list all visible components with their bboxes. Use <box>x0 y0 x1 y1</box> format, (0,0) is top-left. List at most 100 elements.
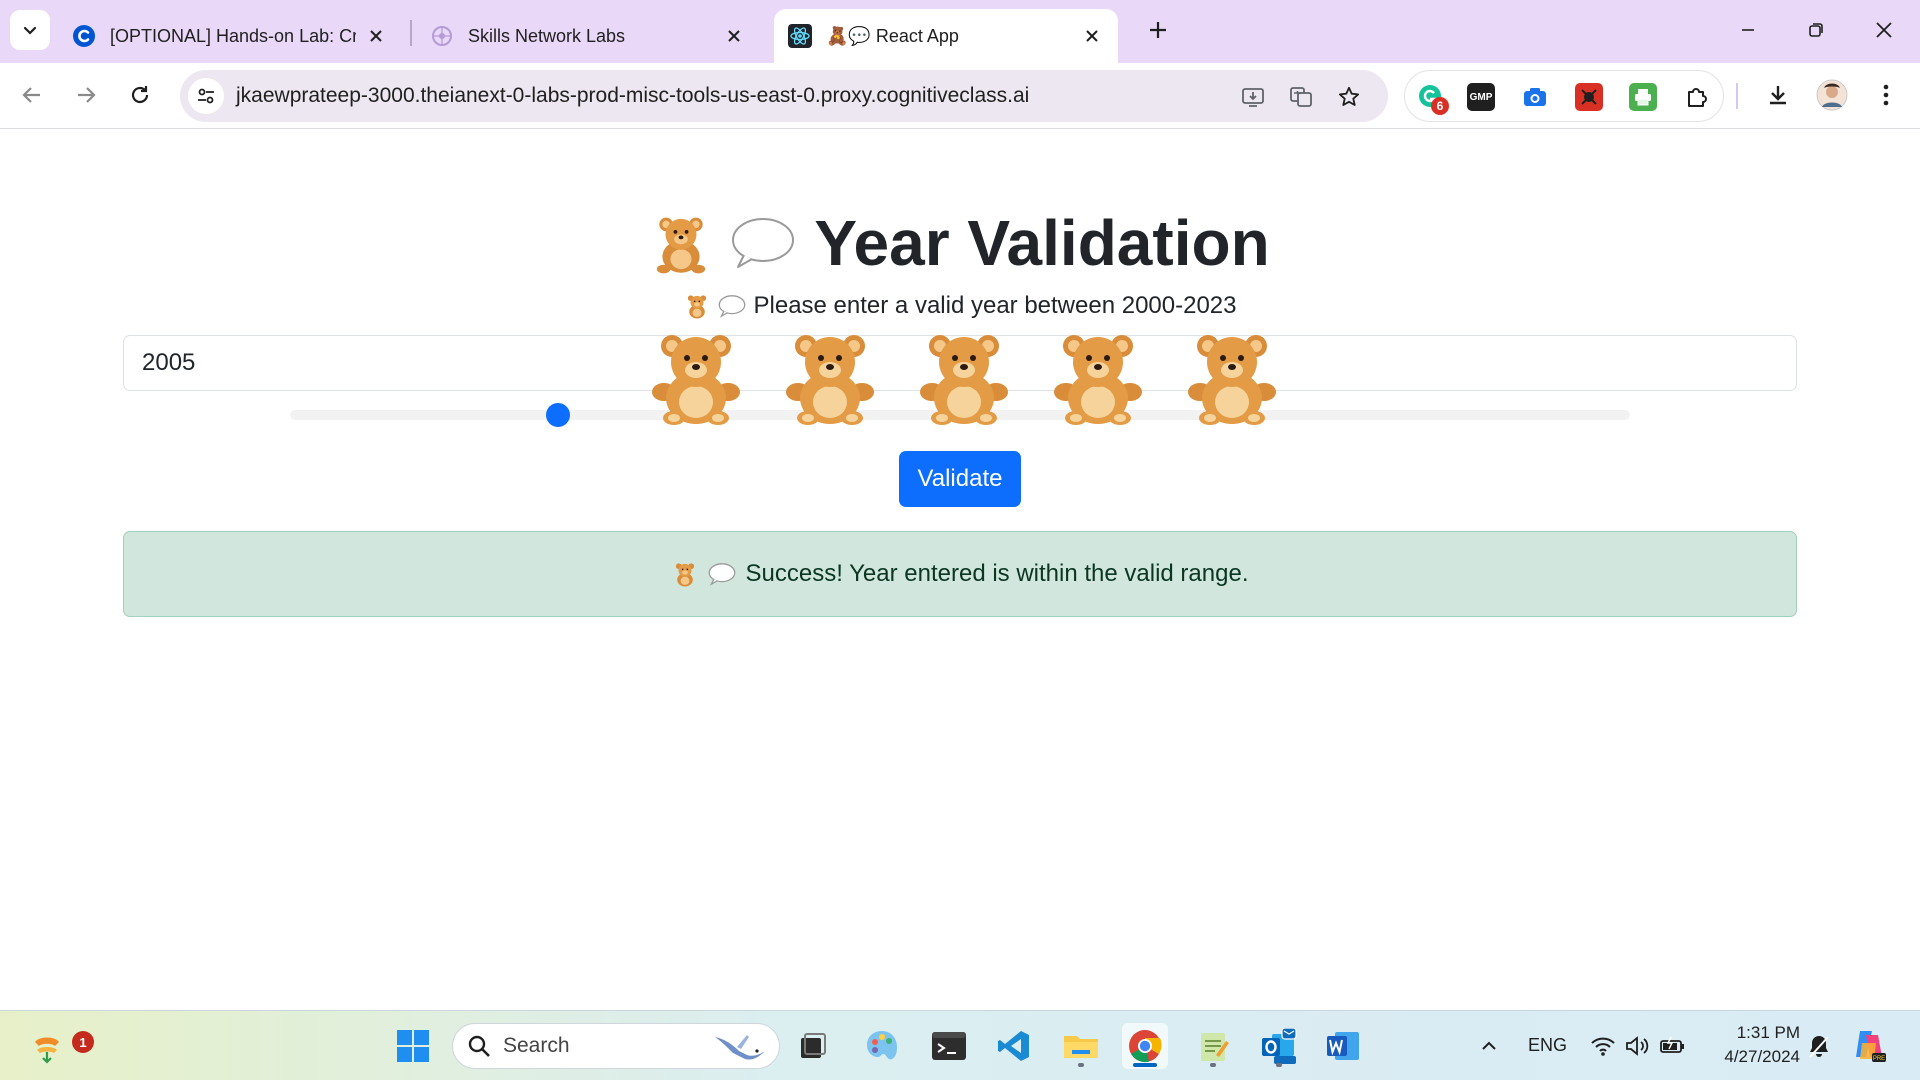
teddy-bear-icon <box>657 217 706 274</box>
tab-divider <box>410 20 412 46</box>
subtitle-label: Please enter a valid year between 2000-2… <box>753 292 1237 319</box>
close-window-button[interactable] <box>1862 12 1906 48</box>
close-icon <box>1876 22 1892 38</box>
terminal-button[interactable] <box>926 1023 972 1069</box>
teddy-bear-icon <box>687 295 706 319</box>
running-indicator <box>1210 1063 1216 1067</box>
paint-app-button[interactable] <box>859 1023 905 1069</box>
plus-icon <box>1150 22 1166 38</box>
react-icon <box>788 24 812 48</box>
bell-icon <box>1809 1036 1829 1058</box>
close-tab-icon[interactable] <box>722 24 746 48</box>
weather-widget-icon <box>35 1037 59 1064</box>
teddy-bear-icon <box>786 335 874 425</box>
gmp-icon[interactable]: GMP <box>1467 83 1495 111</box>
windows-logo-icon <box>397 1030 429 1062</box>
outlook-new-button[interactable] <box>1256 1023 1302 1069</box>
task-view-button[interactable] <box>790 1023 836 1069</box>
running-indicator <box>1276 1063 1282 1067</box>
validate-button[interactable]: Validate <box>899 451 1021 507</box>
page-title: Year Validation <box>814 207 1270 279</box>
tab-skills-network-labs[interactable]: Skills Network Labs <box>416 9 760 63</box>
forward-button[interactable] <box>66 75 106 115</box>
widgets-button[interactable]: 1 <box>24 1023 94 1069</box>
extensions-group: 6 GMP <box>1404 70 1724 122</box>
downloads-button[interactable] <box>1758 75 1798 115</box>
vscode-button[interactable] <box>991 1023 1037 1069</box>
language-indicator[interactable]: ENG <box>1528 1035 1567 1056</box>
teddy-bear-icon <box>675 563 694 587</box>
system-clock[interactable]: 1:31 PM 4/27/2024 <box>1700 1021 1800 1069</box>
tab-react-app[interactable]: 🧸💬 React App <box>774 9 1118 63</box>
browser-tab-strip: [OPTIONAL] Hands-on Lab: Cre Skills Netw… <box>0 0 1920 63</box>
running-indicator <box>1078 1063 1084 1067</box>
address-bar[interactable]: jkaewprateep-3000.theianext-0-labs-prod-… <box>180 70 1388 122</box>
paint-palette-icon <box>867 1031 897 1060</box>
instruction-text: Please enter a valid year between 2000-2… <box>0 292 1920 320</box>
search-placeholder: Search <box>503 1034 570 1057</box>
hummingbird-search-highlight-icon <box>715 1035 765 1060</box>
show-hidden-icons-button[interactable] <box>1466 1023 1512 1069</box>
notepad-icon <box>1201 1033 1229 1061</box>
clock-time: 1:31 PM <box>1736 1023 1800 1042</box>
teddy-bear-icon <box>1188 335 1276 425</box>
word-icon <box>1327 1032 1359 1060</box>
profile-avatar[interactable] <box>1812 75 1852 115</box>
new-tab-button[interactable] <box>1138 12 1178 48</box>
teddy-bear-icon <box>1054 335 1142 425</box>
notifications-button[interactable] <box>1796 1023 1842 1069</box>
running-indicator <box>1133 1063 1157 1067</box>
chrome-icon <box>1129 1030 1162 1063</box>
tab-hands-on-lab[interactable]: [OPTIONAL] Hands-on Lab: Cre <box>58 9 402 63</box>
translate-icon[interactable] <box>1286 82 1316 112</box>
avatar-icon <box>1816 79 1848 111</box>
copilot-button[interactable]: PRE <box>1846 1023 1892 1069</box>
back-button[interactable] <box>12 75 52 115</box>
tab-title: Skills Network Labs <box>468 25 626 46</box>
browser-toolbar: jkaewprateep-3000.theianext-0-labs-prod-… <box>0 63 1920 129</box>
red-extension-icon[interactable] <box>1575 83 1603 111</box>
camera-icon[interactable] <box>1521 83 1549 111</box>
year-slider-thumb[interactable] <box>546 403 570 427</box>
close-tab-icon[interactable] <box>1080 24 1104 48</box>
start-button[interactable] <box>390 1023 436 1069</box>
site-info-button[interactable] <box>188 78 224 114</box>
close-tab-icon[interactable] <box>364 24 388 48</box>
printer-icon[interactable] <box>1629 83 1657 111</box>
chrome-button[interactable] <box>1122 1023 1168 1069</box>
grammarly-icon[interactable]: 6 <box>1417 83 1449 115</box>
battery-button[interactable] <box>1650 1023 1696 1069</box>
windows-taskbar: 1 Search ENG 1:31 PM 4/27/2024 PRE <box>0 1010 1920 1080</box>
more-vertical-icon <box>1883 84 1889 106</box>
install-app-icon[interactable] <box>1238 82 1268 112</box>
tab-search-button[interactable] <box>10 10 50 50</box>
taskbar-search[interactable]: Search <box>452 1023 780 1069</box>
copilot-icon: PRE <box>1856 1031 1886 1062</box>
chevron-down-icon <box>23 26 37 35</box>
bookmark-star-icon[interactable] <box>1334 82 1364 112</box>
minimize-button[interactable] <box>1726 12 1770 48</box>
arrow-right-icon <box>78 87 96 103</box>
page-heading: Year Validation <box>0 206 1920 280</box>
restore-button[interactable] <box>1794 12 1838 48</box>
file-explorer-button[interactable] <box>1058 1023 1104 1069</box>
browser-menu-button[interactable] <box>1866 75 1906 115</box>
teddy-bear-icon <box>920 335 1008 425</box>
svg-text:PRE: PRE <box>1873 1056 1885 1062</box>
reload-button[interactable] <box>120 75 160 115</box>
wifi-icon <box>1591 1037 1615 1056</box>
speech-bubble-icon <box>708 563 735 586</box>
tab-title: [OPTIONAL] Hands-on Lab: Cre <box>110 25 356 46</box>
teddy-bear-icon <box>652 335 740 425</box>
word-button[interactable] <box>1320 1023 1366 1069</box>
page-viewport: Year Validation Please enter a valid yea… <box>0 130 1920 1010</box>
folder-icon <box>1064 1036 1098 1058</box>
speech-bubble-icon <box>718 295 745 318</box>
puzzle-icon[interactable] <box>1683 83 1711 111</box>
download-icon <box>1770 86 1786 105</box>
clock-date: 4/27/2024 <box>1724 1047 1800 1066</box>
tab-title: 🧸💬 React App <box>826 25 959 46</box>
reload-icon <box>131 86 149 104</box>
notepad-button[interactable] <box>1190 1023 1236 1069</box>
battery-charging-icon <box>1660 1036 1684 1053</box>
